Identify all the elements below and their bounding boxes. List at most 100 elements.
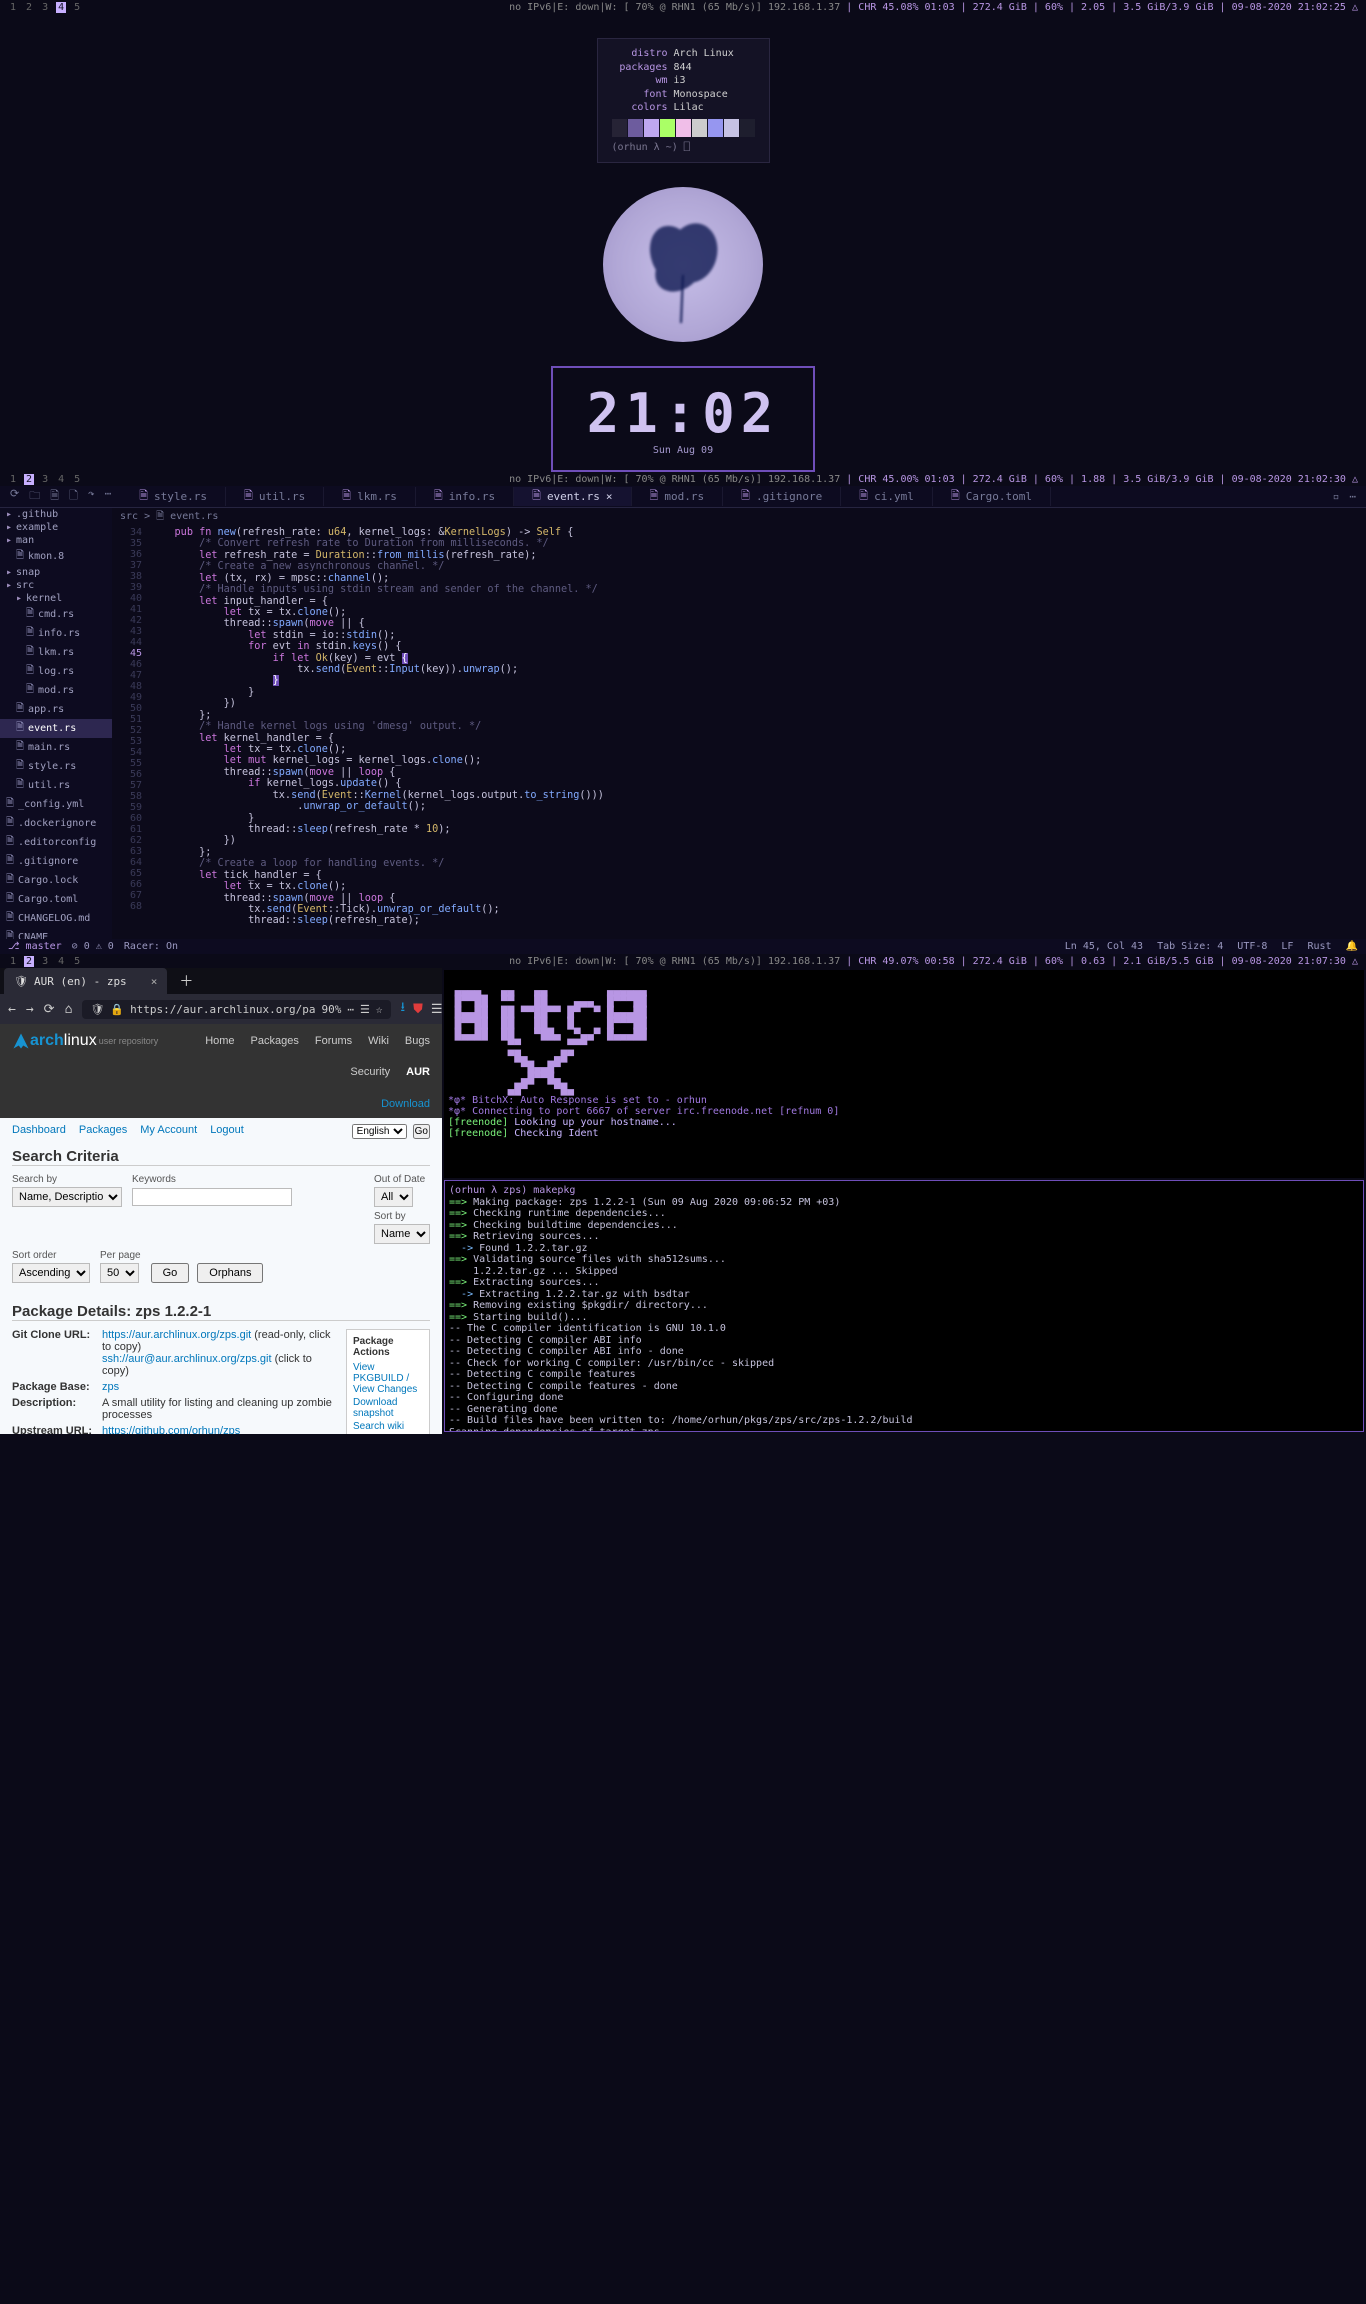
editor-tab[interactable]: 🗎.gitignore	[723, 487, 841, 506]
shield-icon[interactable]: 🛡	[90, 1003, 104, 1016]
subnav-dashboard[interactable]: Dashboard	[12, 1124, 66, 1136]
nav-packages[interactable]: Packages	[251, 1035, 299, 1047]
file-item[interactable]: 🗎 cmd.rs	[0, 605, 112, 624]
editor-tool-icons[interactable]: ⟳🗀🗎🗋↷⋯	[0, 487, 121, 506]
code-pane[interactable]: src > 🗎 event.rs 34353637383940414243444…	[112, 508, 1366, 939]
download-icon[interactable]: ⭳	[401, 998, 406, 1020]
editor-tab[interactable]: 🗎mod.rs	[632, 487, 724, 506]
tab-size[interactable]: Tab Size: 4	[1157, 941, 1223, 952]
lock-icon[interactable]: 🔒	[110, 1003, 124, 1016]
nav-security[interactable]: Security	[350, 1066, 390, 1078]
folder-item[interactable]: ▸ man	[0, 534, 112, 547]
workspace-switcher[interactable]: 12345	[8, 2, 82, 13]
cursor-position[interactable]: Ln 45, Col 43	[1065, 941, 1143, 952]
editor-tab[interactable]: 🗎lkm.rs	[324, 487, 416, 506]
file-item[interactable]: 🗎 info.rs	[0, 624, 112, 643]
editor-tab[interactable]: 🗎Cargo.toml	[933, 487, 1051, 506]
file-item[interactable]: 🗎 lkm.rs	[0, 643, 112, 662]
workspace-4[interactable]: 4	[56, 2, 66, 13]
nav-bugs[interactable]: Bugs	[405, 1035, 430, 1047]
editor-action-icon[interactable]: ⋯	[1349, 490, 1356, 503]
workspace-3[interactable]: 3	[40, 2, 50, 13]
pkg-base[interactable]: zps	[102, 1381, 334, 1393]
file-item[interactable]: 🗎 CNAME	[0, 928, 112, 939]
workspace-2[interactable]: 2	[24, 956, 34, 967]
workspace-5[interactable]: 5	[72, 474, 82, 485]
tool-icon[interactable]: 🗋	[69, 487, 78, 506]
workspace-5[interactable]: 5	[72, 2, 82, 13]
workspace-5[interactable]: 5	[72, 956, 82, 967]
file-item[interactable]: 🗎 .editorconfig	[0, 833, 112, 852]
git-branch[interactable]: ⎇ master	[8, 941, 62, 952]
forward-icon[interactable]: →	[26, 1002, 34, 1017]
file-item[interactable]: 🗎 .gitignore	[0, 852, 112, 871]
editor-tab[interactable]: 🗎style.rs	[121, 487, 226, 506]
pkg-action-link[interactable]: View PKGBUILD / View Changes	[353, 1362, 423, 1395]
file-item[interactable]: 🗎 main.rs	[0, 738, 112, 757]
sortby-select[interactable]: Name	[374, 1224, 430, 1244]
nav-wiki[interactable]: Wiki	[368, 1035, 389, 1047]
workspace-1[interactable]: 1	[8, 956, 18, 967]
sortord-select[interactable]: Ascending	[12, 1263, 90, 1283]
nav-download[interactable]: Download	[12, 1098, 430, 1110]
url-bar[interactable]: 🛡 🔒 https://aur.archlinux.org/pa 90% ⋯ ☰…	[82, 1000, 390, 1019]
nav-home[interactable]: Home	[205, 1035, 234, 1047]
file-item[interactable]: 🗎 util.rs	[0, 776, 112, 795]
eol[interactable]: LF	[1281, 941, 1293, 952]
terminal-irc[interactable]: ▄▄▄▄ ▄▄ ▄▄ ▄▄▄▄▄▄ █▀▀██ ▀▀ ██ ▄▄▄ █▀▀▀██…	[444, 970, 1364, 1178]
file-item[interactable]: 🗎 mod.rs	[0, 681, 112, 700]
reload-icon[interactable]: ⟳	[44, 1002, 55, 1017]
language-select[interactable]: English	[352, 1124, 407, 1139]
terminal-makepkg[interactable]: (orhun λ zps) makepkg ==> Making package…	[444, 1180, 1364, 1432]
new-tab-button[interactable]: ＋	[179, 971, 193, 991]
pkg-action-link[interactable]: Download snapshot	[353, 1397, 423, 1419]
workspace-1[interactable]: 1	[8, 2, 18, 13]
editor-tab[interactable]: 🗎event.rs×	[514, 487, 631, 506]
folder-item[interactable]: ▸ .github	[0, 508, 112, 521]
git-https[interactable]: https://aur.archlinux.org/zps.git	[102, 1329, 251, 1341]
tool-icon[interactable]: ↷	[88, 487, 95, 506]
folder-item[interactable]: ▸ example	[0, 521, 112, 534]
ood-select[interactable]: All	[374, 1187, 413, 1207]
file-item[interactable]: 🗎 _config.yml	[0, 795, 112, 814]
workspace-switcher[interactable]: 12345	[8, 956, 82, 967]
back-icon[interactable]: ←	[8, 1002, 16, 1017]
workspace-4[interactable]: 4	[56, 956, 66, 967]
file-item[interactable]: 🗎 CHANGELOG.md	[0, 909, 112, 928]
close-icon[interactable]: ×	[606, 490, 613, 503]
editor-tab[interactable]: 🗎util.rs	[226, 487, 324, 506]
editor-tab[interactable]: 🗎ci.yml	[841, 487, 933, 506]
upstream-url[interactable]: https://github.com/orhun/zps	[102, 1425, 334, 1434]
workspace-2[interactable]: 2	[24, 474, 34, 485]
folder-item[interactable]: ▸ src	[0, 579, 112, 592]
language-mode[interactable]: Rust	[1307, 941, 1331, 952]
perpage-select[interactable]: 50	[100, 1263, 139, 1283]
minimap[interactable]	[1286, 508, 1366, 939]
workspace-4[interactable]: 4	[56, 474, 66, 485]
orphans-button[interactable]: Orphans	[197, 1263, 263, 1283]
bookmark-icon[interactable]: ☆	[376, 1003, 383, 1016]
workspace-3[interactable]: 3	[40, 956, 50, 967]
hamburger-icon[interactable]: ☰	[431, 1002, 443, 1017]
keywords-input[interactable]	[132, 1188, 292, 1206]
file-item[interactable]: 🗎 Cargo.toml	[0, 890, 112, 909]
pkg-action-link[interactable]: Search wiki	[353, 1421, 423, 1432]
subnav-myaccount[interactable]: My Account	[140, 1124, 197, 1136]
nav-forums[interactable]: Forums	[315, 1035, 352, 1047]
meatball-icon[interactable]: ⋯	[347, 1003, 354, 1016]
file-item[interactable]: 🗎 .dockerignore	[0, 814, 112, 833]
code-content[interactable]: pub fn new(refresh_rate: u64, kernel_log…	[150, 527, 1286, 939]
folder-item[interactable]: ▸ kernel	[0, 592, 112, 605]
tool-icon[interactable]: ⟳	[10, 487, 19, 506]
git-ssh[interactable]: ssh://aur@aur.archlinux.org/zps.git	[102, 1353, 272, 1365]
folder-item[interactable]: ▸ snap	[0, 566, 112, 579]
file-item[interactable]: 🗎 kmon.8	[0, 547, 112, 566]
file-item[interactable]: 🗎 log.rs	[0, 662, 112, 681]
subnav-packages[interactable]: Packages	[79, 1124, 127, 1136]
bell-icon[interactable]: 🔔	[1346, 941, 1358, 952]
nav-buttons[interactable]: ← → ⟳ ⌂	[8, 1002, 72, 1017]
workspace-3[interactable]: 3	[40, 474, 50, 485]
lang-go-button[interactable]: Go	[413, 1124, 430, 1139]
file-item[interactable]: 🗎 style.rs	[0, 757, 112, 776]
file-tree[interactable]: ▸ .github▸ example▸ man🗎 kmon.8▸ snap▸ s…	[0, 508, 112, 939]
